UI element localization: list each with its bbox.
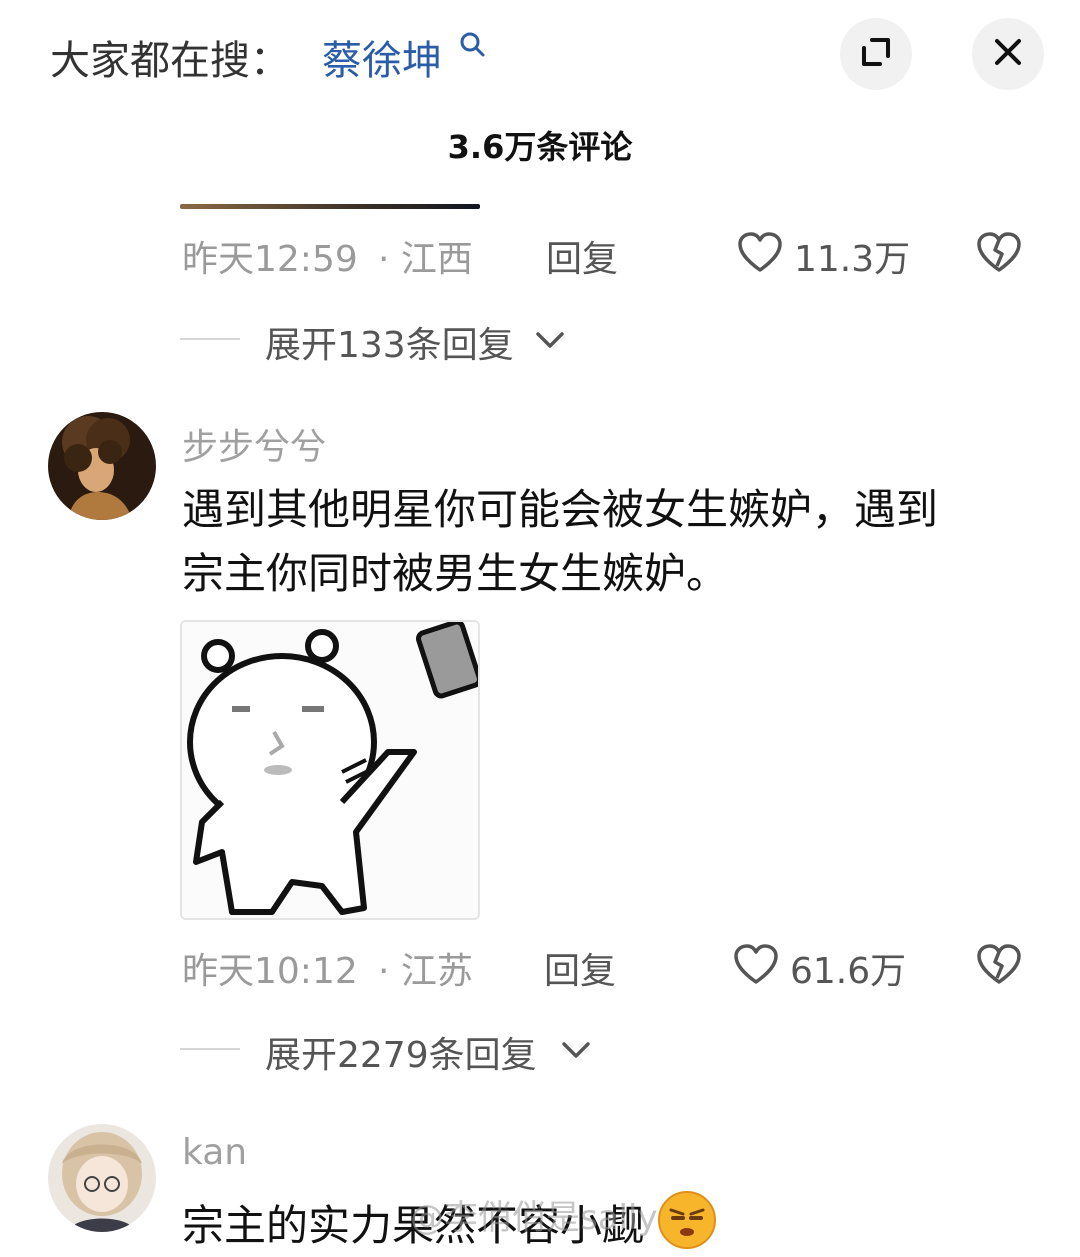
- chevron-down-icon: [534, 324, 566, 356]
- chevron-down-icon: [560, 1034, 592, 1066]
- watermark: @李俏俏是sally: [410, 1198, 658, 1238]
- trending-search-link[interactable]: 蔡徐坤: [322, 28, 442, 86]
- expand-icon: [858, 34, 894, 74]
- comment-location: · 江西: [378, 239, 473, 280]
- comment-username[interactable]: 步步兮兮: [182, 418, 326, 470]
- like-count: 11.3万: [794, 239, 911, 280]
- close-button[interactable]: [972, 18, 1044, 90]
- avatar[interactable]: [48, 412, 156, 520]
- comment-location: · 江苏: [378, 951, 473, 992]
- comment-meta-row: 昨天12:59 · 江西 回复 11.3万: [0, 222, 1080, 282]
- comment-text: 遇到其他明星你可能会被女生嫉妒，遇到 宗主你同时被男生女生嫉妒。: [182, 478, 1022, 606]
- expand-replies-row[interactable]: 展开2279条回复: [0, 1026, 1080, 1076]
- divider: [180, 1048, 240, 1050]
- expand-replies-label[interactable]: 展开133条回复: [265, 316, 514, 368]
- search-prefix-label: 大家都在搜：: [50, 38, 290, 84]
- comment-time: 昨天12:59: [182, 239, 358, 280]
- comment-meta-row: 昨天10:12 · 江苏 回复 61.6万: [0, 934, 1080, 994]
- broken-heart-icon[interactable]: [975, 230, 1023, 274]
- like-count: 61.6万: [790, 951, 907, 992]
- comment-text-line: 宗主你同时被男生女生嫉妒。: [182, 549, 729, 598]
- comment-text-line: 遇到其他明星你可能会被女生嫉妒，遇到: [182, 485, 939, 534]
- divider: [180, 338, 240, 340]
- expand-replies-label[interactable]: 展开2279条回复: [265, 1026, 537, 1078]
- smirk-face-emoji-icon: [657, 1190, 717, 1250]
- comment-username[interactable]: kan: [182, 1132, 247, 1173]
- comment-count-title: 3.6万条评论: [447, 128, 633, 166]
- avatar[interactable]: [48, 1124, 156, 1232]
- expand-button[interactable]: [840, 18, 912, 90]
- reply-button[interactable]: 回复: [546, 230, 618, 282]
- heart-icon[interactable]: [736, 230, 784, 274]
- sticker-image[interactable]: [180, 620, 480, 920]
- top-bar: 大家都在搜： 蔡徐坤: [0, 0, 1080, 110]
- reply-button[interactable]: 回复: [544, 942, 616, 994]
- close-icon: [992, 36, 1024, 72]
- search-icon[interactable]: [458, 30, 488, 60]
- previous-comment-image-edge: [180, 204, 480, 209]
- broken-heart-icon[interactable]: [975, 942, 1023, 986]
- expand-replies-row[interactable]: 展开133条回复: [0, 316, 1080, 366]
- heart-icon[interactable]: [732, 942, 780, 986]
- comment-time: 昨天10:12: [182, 951, 358, 992]
